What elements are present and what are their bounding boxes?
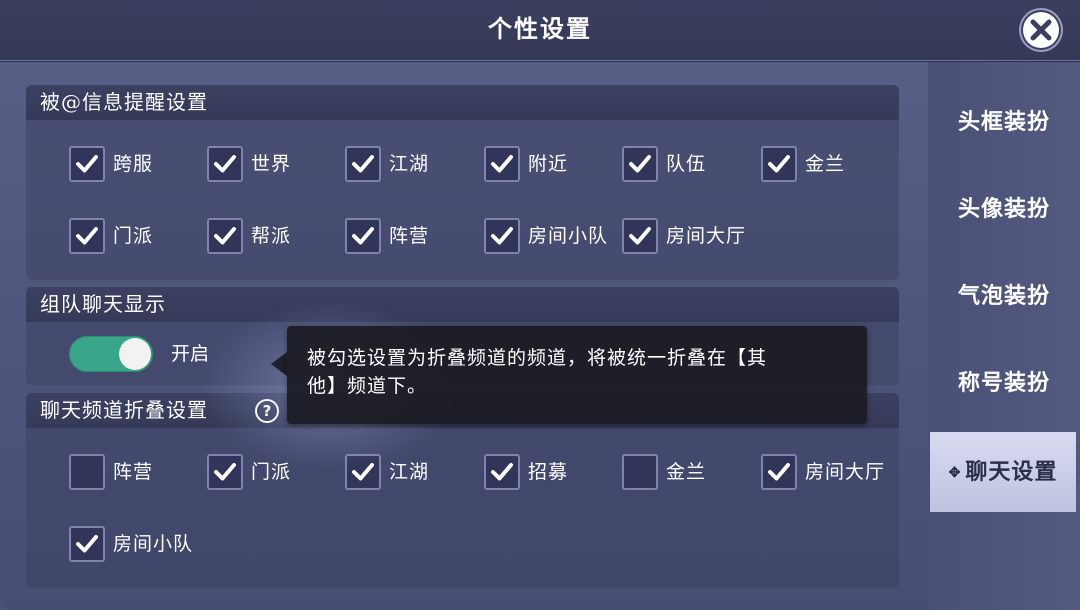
- checkbox[interactable]: [622, 454, 658, 490]
- checkbox-label: 金兰: [805, 153, 846, 175]
- check-icon: [76, 535, 98, 553]
- toggle-knob: [119, 338, 151, 370]
- sidebar-item-label: 头框装扮: [957, 109, 1050, 135]
- checkbox[interactable]: [484, 146, 520, 182]
- sidebar-item-avatar[interactable]: 头像装扮: [928, 169, 1080, 249]
- checkbox[interactable]: [484, 218, 520, 254]
- checkbox-label: 世界: [251, 153, 292, 175]
- section-header: 组队聊天显示: [26, 287, 899, 322]
- sidebar-item-frame[interactable]: 头框装扮: [928, 82, 1080, 162]
- check-icon: [76, 155, 98, 173]
- checkbox[interactable]: [69, 526, 105, 562]
- check-icon: [491, 463, 513, 481]
- sidebar-item-label: 聊天设置: [965, 459, 1058, 485]
- title-bar: 个性设置: [0, 0, 1080, 61]
- checkbox[interactable]: [622, 146, 658, 182]
- checkbox[interactable]: [761, 454, 797, 490]
- checkbox[interactable]: [622, 218, 658, 254]
- sidebar-item-bubble[interactable]: 气泡装扮: [928, 256, 1080, 336]
- checkbox[interactable]: [69, 454, 105, 490]
- checkbox[interactable]: [207, 454, 243, 490]
- check-icon: [768, 463, 790, 481]
- checkbox[interactable]: [345, 146, 381, 182]
- window-title: 个性设置: [488, 14, 592, 43]
- checkbox[interactable]: [345, 454, 381, 490]
- check-icon: [352, 155, 374, 173]
- section-title: 被@信息提醒设置: [40, 90, 208, 114]
- check-icon: [629, 227, 651, 245]
- check-icon: [214, 463, 236, 481]
- checkbox-label: 门派: [251, 461, 292, 483]
- check-icon: [629, 155, 651, 173]
- checkbox-label: 招募: [528, 461, 569, 483]
- check-icon: [768, 155, 790, 173]
- checkbox-label: 房间小队: [113, 533, 194, 555]
- checkbox[interactable]: [761, 146, 797, 182]
- check-icon: [352, 463, 374, 481]
- checkbox[interactable]: [69, 146, 105, 182]
- checkbox-label: 跨服: [113, 153, 154, 175]
- help-icon[interactable]: ?: [255, 399, 279, 423]
- help-tooltip: 被勾选设置为折叠频道的频道，将被统一折叠在【其 他】频道下。: [287, 326, 867, 424]
- section-header: 被@信息提醒设置: [26, 85, 899, 120]
- checkbox-label: 金兰: [666, 461, 707, 483]
- mention-section: 被@信息提醒设置: [26, 85, 899, 280]
- check-icon: [214, 227, 236, 245]
- tooltip-text: 被勾选设置为折叠频道的频道，将被统一折叠在【其 他】频道下。: [307, 344, 849, 400]
- tooltip-arrow: [271, 352, 287, 376]
- sidebar-item-chat-settings[interactable]: ✥ 聊天设置: [930, 432, 1076, 512]
- checkbox[interactable]: [69, 218, 105, 254]
- check-icon: [214, 155, 236, 173]
- checkbox-label: 阵营: [389, 225, 430, 247]
- check-icon: [491, 227, 513, 245]
- diamond-icon: ✥: [948, 465, 962, 481]
- tooltip-line-1: 被勾选设置为折叠频道的频道，将被统一折叠在【其: [307, 347, 768, 369]
- checkbox-label: 门派: [113, 225, 154, 247]
- close-button[interactable]: [1023, 12, 1059, 48]
- checkbox-label: 队伍: [666, 153, 707, 175]
- checkbox-label: 帮派: [251, 225, 292, 247]
- checkbox[interactable]: [484, 454, 520, 490]
- section-title: 组队聊天显示: [40, 292, 166, 316]
- checkbox-label: 江湖: [389, 153, 430, 175]
- checkbox-label: 房间大厅: [805, 461, 886, 483]
- checkbox-label: 阵营: [113, 461, 154, 483]
- check-icon: [352, 227, 374, 245]
- checkbox[interactable]: [345, 218, 381, 254]
- sidebar-item-label: 头像装扮: [957, 196, 1050, 222]
- sidebar-item-label: 气泡装扮: [957, 283, 1050, 309]
- checkbox[interactable]: [207, 146, 243, 182]
- checkbox[interactable]: [207, 218, 243, 254]
- section-title: 聊天频道折叠设置: [40, 398, 208, 422]
- sidebar: 头框装扮 头像装扮 气泡装扮 称号装扮 ✥ 聊天设置: [928, 62, 1080, 610]
- tooltip-line-2: 他】频道下。: [307, 375, 428, 397]
- checkbox-label: 房间大厅: [666, 225, 747, 247]
- checkbox-label: 附近: [528, 153, 569, 175]
- close-icon: [1030, 19, 1052, 41]
- sidebar-item-title[interactable]: 称号装扮: [928, 343, 1080, 423]
- check-icon: [491, 155, 513, 173]
- checkbox-label: 江湖: [389, 461, 430, 483]
- check-icon: [76, 227, 98, 245]
- checkbox-label: 房间小队: [528, 225, 609, 247]
- sidebar-item-label: 称号装扮: [957, 370, 1050, 396]
- team-chat-toggle[interactable]: [69, 336, 153, 372]
- toggle-label: 开启: [171, 343, 210, 365]
